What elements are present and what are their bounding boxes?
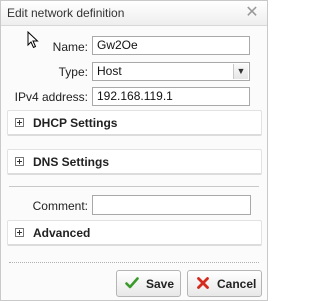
type-label: Type: <box>58 65 88 79</box>
name-field[interactable]: Gw2Oe <box>92 36 250 55</box>
dialog-title: Edit network definition <box>7 6 125 20</box>
dns-settings-section[interactable]: DNS Settings <box>7 149 262 175</box>
checkmark-icon <box>125 277 139 289</box>
ipv4-address-field[interactable]: 192.168.119.1 <box>92 87 250 106</box>
dns-settings-title: DNS Settings <box>33 155 110 169</box>
ipv4-label: IPv4 address: <box>14 90 88 104</box>
cancel-button[interactable]: Cancel <box>187 270 262 297</box>
comment-label: Comment: <box>32 199 88 213</box>
type-select[interactable]: Host ▼ <box>92 62 250 81</box>
dhcp-settings-section[interactable]: DHCP Settings <box>7 110 262 136</box>
dhcp-settings-title: DHCP Settings <box>33 116 118 130</box>
title-bar[interactable]: Edit network definition ✕ <box>1 1 267 26</box>
name-label: Name: <box>52 40 88 54</box>
advanced-title: Advanced <box>33 226 91 240</box>
close-icon[interactable]: ✕ <box>244 3 260 21</box>
plus-box-icon[interactable] <box>15 157 24 166</box>
red-x-icon <box>197 277 209 289</box>
comment-field[interactable] <box>92 195 251 215</box>
advanced-section[interactable]: Advanced <box>7 220 262 246</box>
plus-box-icon[interactable] <box>15 118 24 127</box>
chevron-down-icon[interactable]: ▼ <box>233 64 248 79</box>
save-button[interactable]: Save <box>116 270 181 297</box>
save-label: Save <box>146 277 175 291</box>
section-divider <box>9 186 259 187</box>
edit-network-dialog: Edit network definition ✕ Name: Gw2Oe Ty… <box>0 0 268 301</box>
plus-box-icon[interactable] <box>15 228 24 237</box>
cancel-label: Cancel <box>217 277 257 291</box>
footer-separator <box>9 262 259 263</box>
type-selected-value: Host <box>97 64 122 78</box>
